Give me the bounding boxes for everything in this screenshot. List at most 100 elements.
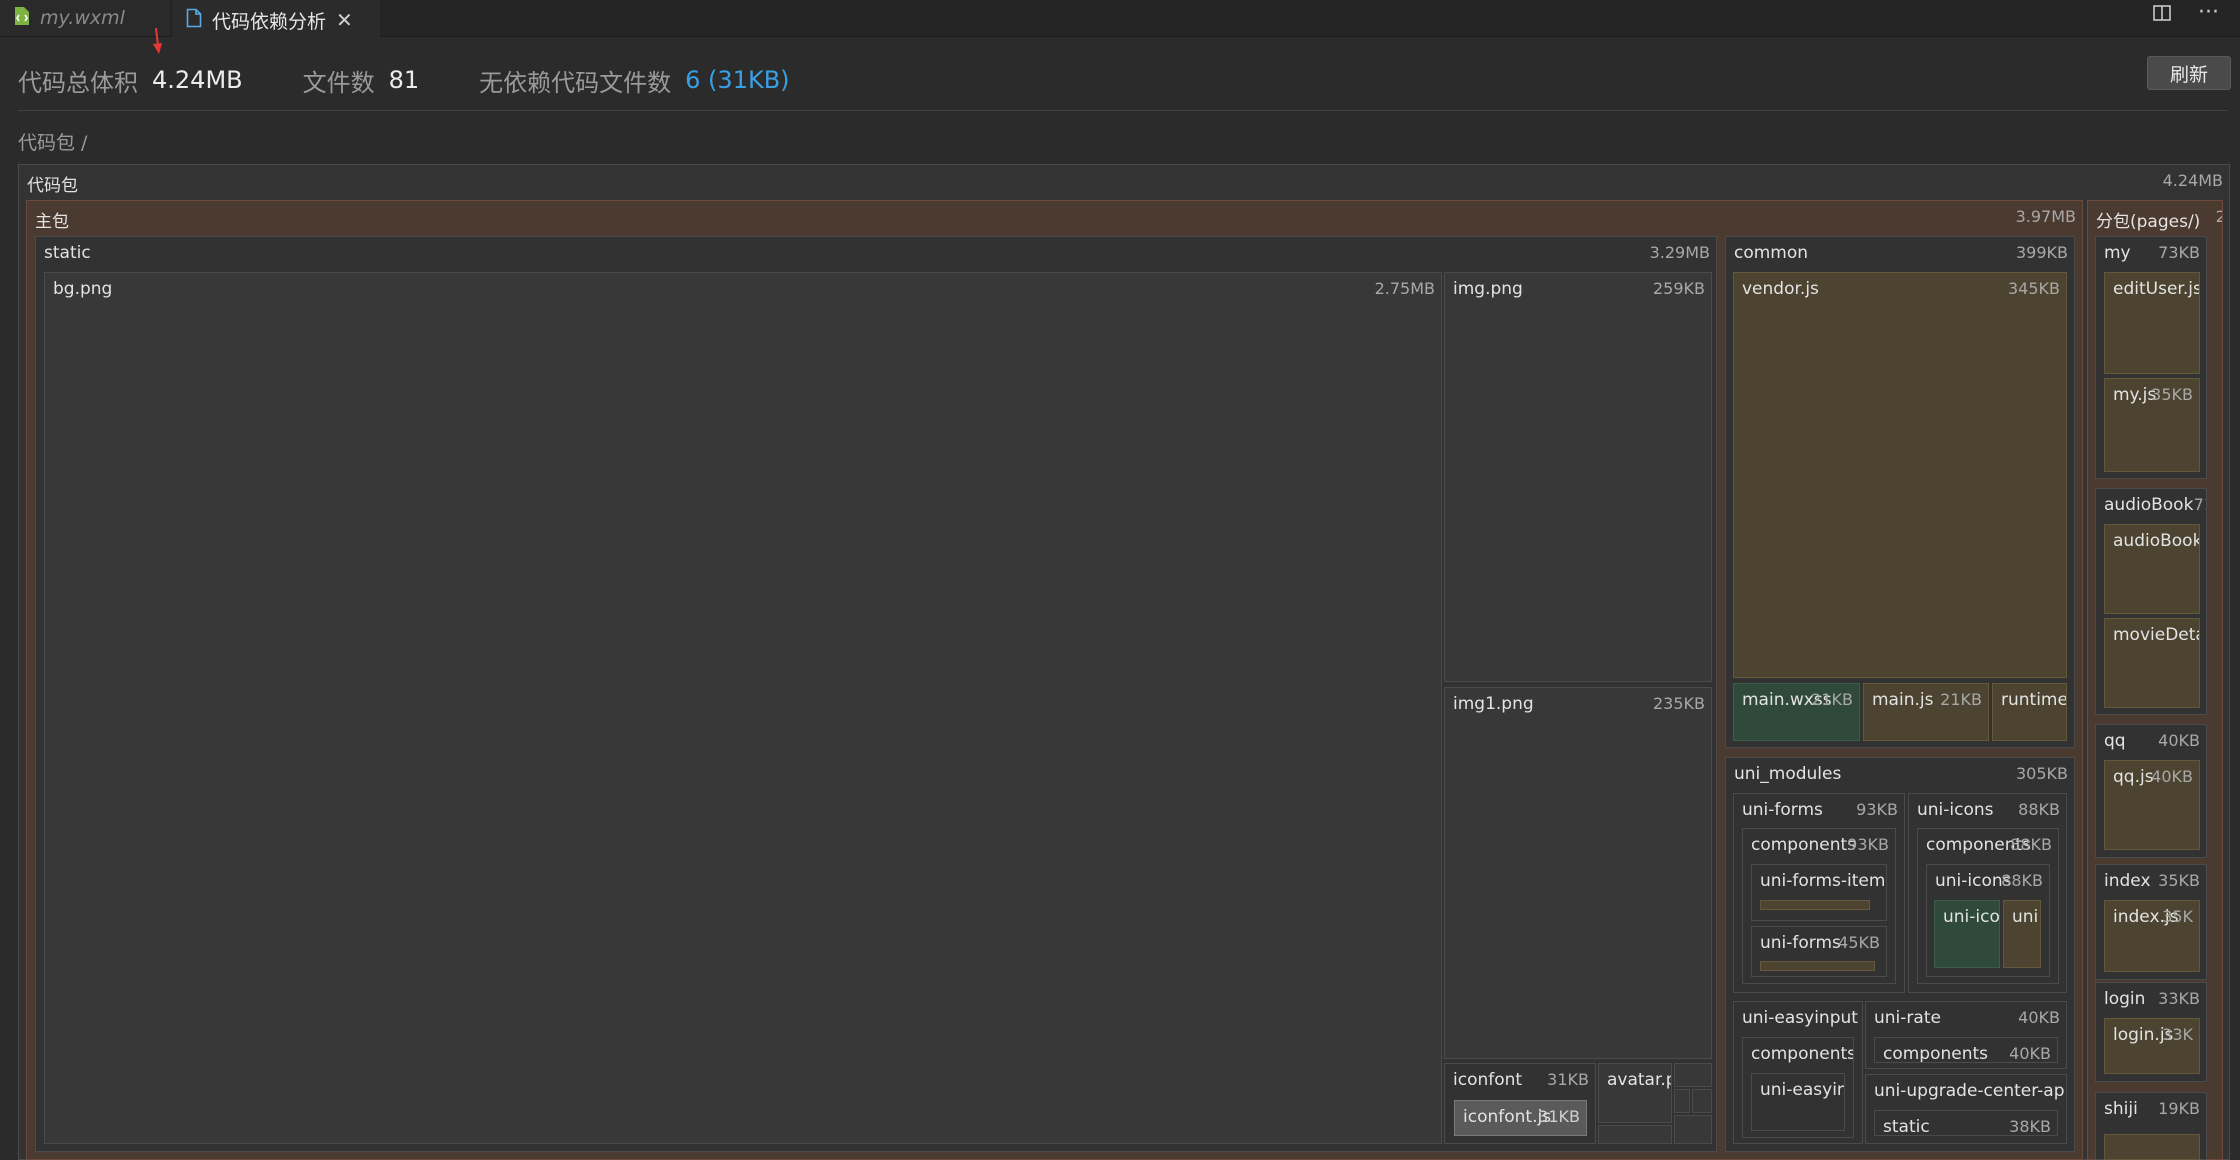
- node-size: 33K: [2162, 1025, 2193, 1044]
- treemap-node-vendor-js[interactable]: vendor.js 345KB: [1733, 272, 2067, 678]
- treemap-node-avatar[interactable]: avatar.p: [1598, 1063, 1672, 1123]
- node-name: uni-icons: [1935, 871, 2012, 891]
- node-size: 21KB: [1811, 690, 1853, 709]
- node-size: 93KB: [1847, 835, 1889, 854]
- node-name: my.js: [2113, 385, 2157, 405]
- tab-dependency-analysis[interactable]: 代码依赖分析 ✕: [172, 0, 380, 38]
- node-size: 19KB: [2158, 1099, 2200, 1118]
- node-name: uni-icons: [1917, 800, 1994, 820]
- more-actions-icon[interactable]: ···: [2198, 0, 2219, 25]
- treemap-node-iconfont-js[interactable]: iconfont.js 31KB: [1454, 1100, 1587, 1136]
- treemap-node-ue-inner[interactable]: uni-easyin: [1751, 1073, 1845, 1131]
- node-name: static: [44, 243, 91, 263]
- treemap-node-shiji-js[interactable]: [2104, 1134, 2200, 1160]
- node-name: uni-upgrade-center-app: [1874, 1081, 2067, 1101]
- split-editor-icon[interactable]: [2152, 3, 2172, 29]
- node-name: my: [2104, 243, 2131, 263]
- node-size: 35KB: [2151, 385, 2193, 404]
- treemap-node-runtime[interactable]: runtime.: [1992, 683, 2067, 741]
- close-icon[interactable]: ✕: [336, 8, 353, 32]
- treemap-node-small-3[interactable]: [1674, 1089, 1690, 1113]
- no-dep-link[interactable]: 6 (31KB): [685, 66, 789, 94]
- total-size-value: 4.24MB: [152, 66, 243, 94]
- node-name: vendor.js: [1742, 279, 1819, 299]
- file-count-value: 81: [388, 66, 420, 94]
- treemap-node-uu-static[interactable]: static 38KB: [1874, 1110, 2058, 1136]
- red-arrow-icon: [153, 27, 162, 54]
- node-size: 40KB: [2151, 767, 2193, 786]
- treemap-node-my-js[interactable]: my.js 35KB: [2104, 378, 2200, 472]
- node-name: editUser.js: [2113, 279, 2200, 299]
- total-size-label: 代码总体积: [18, 68, 138, 97]
- node-size: 3.29MB: [1649, 243, 1710, 262]
- node-name: uni-rate: [1874, 1008, 1941, 1028]
- node-size: 26: [2216, 207, 2222, 226]
- treemap-node-uni-ico[interactable]: uni-ico: [1934, 900, 2000, 968]
- node-name: img1.png: [1453, 694, 1534, 714]
- node-name: qq.js: [2113, 767, 2154, 787]
- treemap-node-main-wxss[interactable]: main.wxss 21KB: [1733, 683, 1860, 741]
- no-dep-label: 无依赖代码文件数: [479, 68, 672, 97]
- node-size: 88KB: [2001, 871, 2043, 890]
- node-name: qq: [2104, 731, 2126, 751]
- node-size: 40KB: [2018, 1008, 2060, 1027]
- node-name: audioBook: [2104, 495, 2194, 515]
- node-name: components: [1751, 1044, 1854, 1064]
- treemap-node-main-js[interactable]: main.js 21KB: [1863, 683, 1989, 741]
- node-size: 345KB: [2007, 279, 2060, 298]
- node-name: 主包: [35, 212, 69, 232]
- node-size: 31KB: [1547, 1070, 1589, 1089]
- node-size: 40KB: [2009, 1044, 2051, 1063]
- node-size: 3.97MB: [2015, 207, 2076, 226]
- treemap-node-bg-png[interactable]: bg.png 2.75MB: [44, 272, 1442, 1144]
- node-name: uni-easyin: [1760, 1080, 1845, 1100]
- node-name: bg.png: [53, 279, 113, 299]
- node-name: uni-forms: [1742, 800, 1823, 820]
- node-size: 4.24MB: [2162, 171, 2223, 190]
- node-size: 235KB: [1652, 694, 1705, 713]
- node-size: 31KB: [1538, 1107, 1580, 1126]
- file-strip[interactable]: [1760, 961, 1875, 971]
- treemap-node-login-js[interactable]: login.js 33K: [2104, 1018, 2200, 1074]
- refresh-button[interactable]: 刷新: [2147, 56, 2231, 90]
- node-size: 35K: [2162, 907, 2193, 926]
- divider: [18, 110, 2228, 111]
- treemap-node-edituser-js[interactable]: editUser.js: [2104, 272, 2200, 374]
- node-size: 45KB: [1838, 933, 1880, 952]
- node-name: uni: [2012, 907, 2039, 927]
- node-size: 38KB: [2009, 1117, 2051, 1136]
- treemap-node-audiobook-js[interactable]: audioBook: [2104, 524, 2200, 614]
- treemap-node-img1-png[interactable]: img1.png 235KB: [1444, 687, 1712, 1059]
- node-name: uni-ico: [1943, 907, 2000, 927]
- node-size: 93KB: [1856, 800, 1898, 819]
- node-size: 71: [2193, 495, 2206, 514]
- node-size: 35KB: [2158, 871, 2200, 890]
- node-name: components: [1751, 835, 1857, 855]
- treemap-node-img-png[interactable]: img.png 259KB: [1444, 272, 1712, 682]
- treemap-node-small-2[interactable]: [1674, 1063, 1712, 1087]
- file-strip[interactable]: [1760, 900, 1870, 910]
- treemap-node-small-5[interactable]: [1674, 1115, 1712, 1144]
- tab-label: 代码依赖分析: [212, 10, 327, 33]
- node-size: 2.75MB: [1374, 279, 1435, 298]
- treemap-node-uni-small[interactable]: uni: [2003, 900, 2041, 968]
- treemap-node-ur-components[interactable]: components 40KB: [1874, 1037, 2058, 1063]
- breadcrumb[interactable]: 代码包 /: [18, 128, 87, 155]
- node-size: 21KB: [1940, 690, 1982, 709]
- node-size: 40KB: [2158, 731, 2200, 750]
- node-name: iconfont: [1453, 1070, 1523, 1090]
- treemap-node-index-js[interactable]: index.js 35K: [2104, 900, 2200, 972]
- treemap-node-small-4[interactable]: [1692, 1089, 1712, 1113]
- treemap-node-small-1[interactable]: [1598, 1125, 1672, 1144]
- treemap-node-moviedetail[interactable]: movieDeta: [2104, 618, 2200, 708]
- tab-my-wxml[interactable]: my.wxml: [0, 0, 170, 36]
- node-size: 305KB: [2015, 764, 2068, 783]
- node-name: index: [2104, 871, 2151, 891]
- node-name: shiji: [2104, 1099, 2138, 1119]
- node-name: components: [1883, 1044, 1989, 1063]
- treemap-node-qq-js[interactable]: qq.js 40KB: [2104, 760, 2200, 850]
- node-size: 33KB: [2158, 989, 2200, 1008]
- file-code-icon: [14, 6, 30, 31]
- treemap-node-uni-forms-item[interactable]: uni-forms-item: [1751, 864, 1887, 921]
- node-name: login: [2104, 989, 2146, 1009]
